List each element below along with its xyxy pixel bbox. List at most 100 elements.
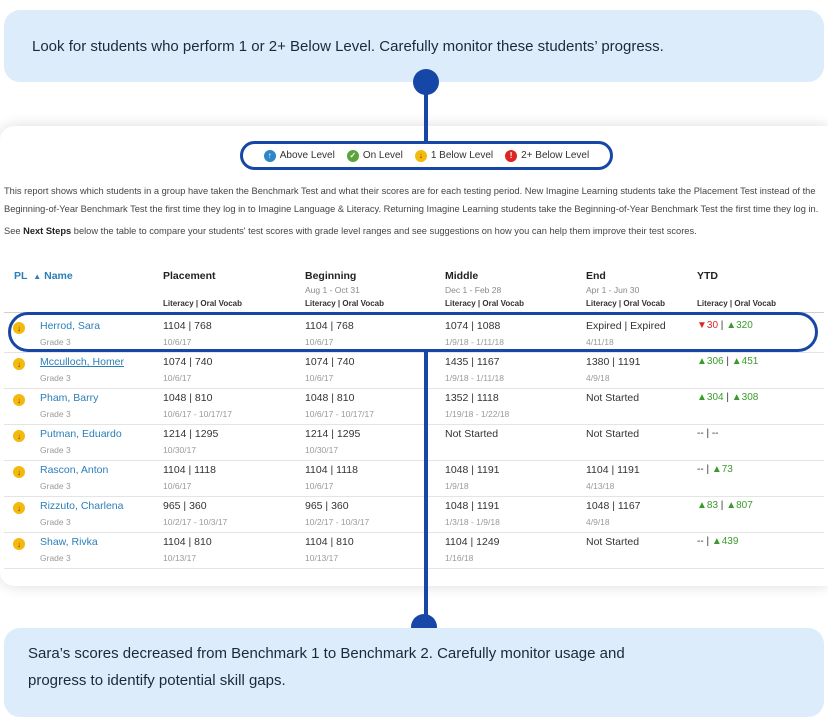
beginning-test-date: 10/2/17 - 10/3/17 <box>305 517 370 527</box>
student-grade: Grade 3 <box>40 445 71 455</box>
connector-dot-top <box>413 69 439 95</box>
middle-test-date: 1/3/18 - 1/9/18 <box>445 517 500 527</box>
row-divider <box>4 352 824 353</box>
next-steps-link[interactable]: Next Steps <box>23 226 71 236</box>
below-level-icon: ↓ <box>13 322 25 334</box>
beginning-test-date: 10/13/17 <box>305 553 339 563</box>
end-score: 1380 | 1191 <box>586 356 641 368</box>
arrow-up-icon: ↑ <box>263 149 276 162</box>
callout-bottom: Sara’s scores decreased from Benchmark 1… <box>4 628 824 717</box>
ytd-literacy-change: ▲304 <box>697 392 724 403</box>
legend-above-level: ↑ Above Level <box>263 149 335 162</box>
ytd-separator: | <box>723 392 732 403</box>
end-test-date: 4/11/18 <box>586 337 614 347</box>
student-grade: Grade 3 <box>40 373 71 383</box>
placement-score: 1214 | 1295 <box>163 428 219 440</box>
ytd-literacy-change: ▲306 <box>697 356 724 367</box>
ytd-trend-icon: ▲ <box>731 392 742 403</box>
ytd-header[interactable]: YTD <box>697 270 718 282</box>
ytd-literacy-value: -- <box>697 428 704 439</box>
ytd-literacy-change: -- <box>697 536 704 547</box>
end-header[interactable]: End <box>586 270 606 282</box>
placement-test-date: 10/6/17 <box>163 337 192 347</box>
ytd-trend-icon: ▲ <box>697 392 707 403</box>
check-icon: ✓ <box>346 149 359 162</box>
middle-subheader: Literacy | Oral Vocab <box>445 299 525 308</box>
student-name-link[interactable]: Shaw, Rivka <box>40 536 98 548</box>
middle-score: 1048 | 1191 <box>445 500 500 512</box>
ytd-oral-vocab-value: 308 <box>741 392 759 403</box>
student-name-link[interactable]: Rizzuto, Charlena <box>40 500 123 512</box>
placement-score: 1048 | 810 <box>163 392 213 404</box>
beginning-header[interactable]: Beginning <box>305 270 356 282</box>
middle-test-date: 1/9/18 - 1/11/18 <box>445 373 504 383</box>
student-grade: Grade 3 <box>40 517 71 527</box>
legend-label: 2+ Below Level <box>521 150 590 161</box>
legend-label: On Level <box>362 150 403 161</box>
next-steps-prefix: See <box>4 226 24 236</box>
ytd-literacy-value: 306 <box>706 356 724 367</box>
ytd-separator: | <box>723 356 732 367</box>
ytd-literacy-value: -- <box>697 464 704 475</box>
ytd-separator: | <box>718 500 727 511</box>
ytd-trend-icon: ▲ <box>697 500 707 511</box>
middle-score: 1104 | 1249 <box>445 536 500 548</box>
legend-2-below-level: ! 2+ Below Level <box>505 149 590 162</box>
ytd-literacy-change: ▲83 <box>697 500 718 511</box>
ytd-oral-vocab-change: ▲73 <box>712 464 733 475</box>
beginning-test-date: 10/6/17 <box>305 337 334 347</box>
ytd-oral-vocab-change: ▲439 <box>712 536 739 547</box>
ytd-literacy-change: ▼30 <box>697 320 718 331</box>
arrow-down-icon: ↓ <box>414 149 427 162</box>
beginning-score: 1048 | 810 <box>305 392 355 404</box>
beginning-score: 1214 | 1295 <box>305 428 361 440</box>
below-level-icon: ↓ <box>13 394 25 406</box>
below-level-icon: ↓ <box>13 466 25 478</box>
ytd-literacy-value: 304 <box>706 392 724 403</box>
below-level-icon: ↓ <box>13 502 25 514</box>
placement-test-date: 10/30/17 <box>163 445 197 455</box>
name-header: Name <box>44 270 73 282</box>
ytd-separator: | <box>703 464 712 475</box>
middle-header[interactable]: Middle <box>445 270 478 282</box>
beginning-score: 1104 | 768 <box>305 320 354 332</box>
placement-score: 1074 | 740 <box>163 356 213 368</box>
placement-score: 1104 | 768 <box>163 320 212 332</box>
description-line: Beginning-of-Year Benchmark Test the fir… <box>4 204 819 214</box>
student-name-link[interactable]: Rascon, Anton <box>40 464 108 476</box>
student-grade: Grade 3 <box>40 481 71 491</box>
ytd-trend-icon: ▲ <box>711 536 722 547</box>
student-name-link[interactable]: Herrod, Sara <box>40 320 100 332</box>
ytd-separator: | <box>703 428 712 439</box>
next-steps-note: See Next Steps below the table to compar… <box>4 226 824 236</box>
middle-score: 1435 | 1167 <box>445 356 500 368</box>
student-name-link[interactable]: Pham, Barry <box>40 392 98 404</box>
ytd-oral-vocab-change: ▲320 <box>726 320 753 331</box>
ytd-oral-vocab-change: ▲308 <box>732 392 759 403</box>
end-score: Not Started <box>586 536 640 548</box>
ytd-oral-vocab-value: 73 <box>721 464 733 475</box>
ytd-trend-icon: ▲ <box>697 356 707 367</box>
header-divider <box>4 312 824 313</box>
callout-bottom-line: progress to identify potential skill gap… <box>28 672 286 689</box>
end-score: 1104 | 1191 <box>586 464 640 476</box>
row-divider <box>4 532 824 533</box>
placement-test-date: 10/2/17 - 10/3/17 <box>163 517 228 527</box>
pl-sort-header[interactable]: PL ▲ Name <box>14 270 73 282</box>
student-name-link[interactable]: Putman, Eduardo <box>40 428 122 440</box>
student-grade: Grade 3 <box>40 409 71 419</box>
ytd-literacy-change: -- <box>697 428 704 439</box>
ytd-change: ▲304 | ▲308 <box>697 392 758 403</box>
ytd-oral-vocab-change: -- <box>712 428 719 439</box>
level-legend: ↑ Above Level ✓ On Level ↓ 1 Below Level… <box>240 141 613 170</box>
middle-test-date: 1/9/18 - 1/11/18 <box>445 337 504 347</box>
end-test-date: 4/9/18 <box>586 517 610 527</box>
placement-subheader: Literacy | Oral Vocab <box>163 299 243 308</box>
placement-header[interactable]: Placement <box>163 270 216 282</box>
middle-score: Not Started <box>445 428 499 440</box>
beginning-test-date: 10/6/17 - 10/17/17 <box>305 409 375 419</box>
ytd-separator: | <box>703 536 712 547</box>
ytd-change: -- | ▲439 <box>697 536 738 547</box>
ytd-literacy-value: 83 <box>706 500 719 511</box>
student-name-link[interactable]: Mcculloch, Homer <box>40 356 124 368</box>
